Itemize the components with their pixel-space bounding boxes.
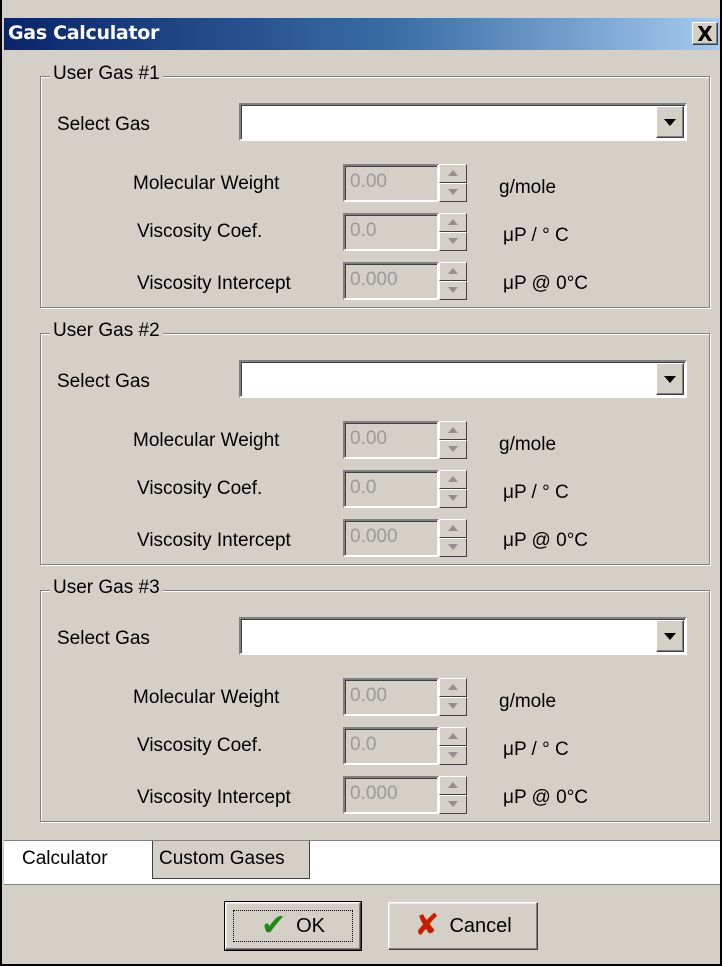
chevron-down-icon[interactable] [656,620,684,652]
viscosity-intercept-unit: μP @ 0°C [503,273,589,294]
spin-up-icon[interactable] [439,519,467,538]
select-gas-label: Select Gas [57,371,150,392]
viscosity-coef-spinner[interactable] [439,470,467,508]
viscosity-intercept-label: Viscosity Intercept [137,530,291,551]
viscosity-intercept-label: Viscosity Intercept [137,787,291,808]
spin-up-icon[interactable] [439,776,467,795]
spin-down-icon[interactable] [439,795,467,814]
chevron-down-icon[interactable] [656,106,684,138]
group-legend: User Gas #1 [50,63,163,85]
molecular-weight-input[interactable]: 0.00 [343,421,439,459]
molecular-weight-input[interactable]: 0.00 [343,164,439,202]
close-icon: X [697,21,713,46]
spin-up-icon[interactable] [439,727,467,746]
viscosity-intercept-input[interactable]: 0.000 [343,519,439,557]
molecular-weight-unit: g/mole [499,177,557,198]
title-bar[interactable]: Gas Calculator X [4,18,720,50]
molecular-weight-unit: g/mole [499,434,557,455]
molecular-weight-label: Molecular Weight [133,430,280,451]
viscosity-intercept-input[interactable]: 0.000 [343,262,439,300]
viscosity-intercept-label: Viscosity Intercept [137,273,291,294]
ok-button[interactable]: ✔ OK [224,901,362,951]
spin-up-icon[interactable] [439,421,467,440]
viscosity-intercept-spinner[interactable] [439,519,467,557]
chevron-down-icon[interactable] [656,363,684,395]
viscosity-coef-input[interactable]: 0.0 [343,213,439,251]
user-gas-3-group: User Gas #3 Select Gas Molecular Weight … [40,577,710,822]
molecular-weight-input[interactable]: 0.00 [343,678,439,716]
group-legend: User Gas #2 [50,320,163,342]
molecular-weight-unit: g/mole [499,691,557,712]
select-gas-dropdown[interactable] [239,103,687,141]
spin-up-icon[interactable] [439,164,467,183]
viscosity-intercept-spinner[interactable] [439,262,467,300]
tab-strip: Calculator Custom Gases [4,840,720,885]
window-title: Gas Calculator [8,22,160,44]
viscosity-coef-input[interactable]: 0.0 [343,470,439,508]
spin-up-icon[interactable] [439,262,467,281]
molecular-weight-spinner[interactable] [439,164,467,202]
viscosity-intercept-input[interactable]: 0.000 [343,776,439,814]
spin-down-icon[interactable] [439,440,467,459]
close-button[interactable]: X [692,22,718,45]
viscosity-intercept-spinner[interactable] [439,776,467,814]
spin-up-icon[interactable] [439,470,467,489]
viscosity-coef-input[interactable]: 0.0 [343,727,439,765]
select-gas-label: Select Gas [57,114,150,135]
viscosity-coef-unit: μP / ° C [503,225,569,246]
viscosity-coef-label: Viscosity Coef. [137,478,263,499]
spin-up-icon[interactable] [439,213,467,232]
spin-up-icon[interactable] [439,678,467,697]
molecular-weight-spinner[interactable] [439,678,467,716]
x-icon: ✘ [414,908,440,943]
spin-down-icon[interactable] [439,697,467,716]
spin-down-icon[interactable] [439,489,467,508]
select-gas-dropdown[interactable] [239,617,687,655]
viscosity-coef-label: Viscosity Coef. [137,221,263,242]
user-gas-1-group: User Gas #1 Select Gas Molecular Weight … [40,63,710,308]
cancel-button[interactable]: ✘ Cancel [388,902,538,950]
molecular-weight-label: Molecular Weight [133,687,280,708]
spin-down-icon[interactable] [439,232,467,251]
spin-down-icon[interactable] [439,538,467,557]
molecular-weight-label: Molecular Weight [133,173,280,194]
spin-down-icon[interactable] [439,746,467,765]
viscosity-coef-spinner[interactable] [439,213,467,251]
select-gas-label: Select Gas [57,628,150,649]
cancel-label: Cancel [449,914,512,937]
viscosity-coef-spinner[interactable] [439,727,467,765]
molecular-weight-spinner[interactable] [439,421,467,459]
viscosity-coef-label: Viscosity Coef. [137,735,263,756]
user-gas-2-group: User Gas #2 Select Gas Molecular Weight … [40,320,710,565]
viscosity-coef-unit: μP / ° C [503,482,569,503]
spin-down-icon[interactable] [439,183,467,202]
tab-custom-gases[interactable]: Custom Gases [153,841,310,879]
viscosity-coef-unit: μP / ° C [503,739,569,760]
viscosity-intercept-unit: μP @ 0°C [503,787,589,808]
select-gas-dropdown[interactable] [239,360,687,398]
tab-calculator[interactable]: Calculator [16,841,153,879]
spin-down-icon[interactable] [439,281,467,300]
viscosity-intercept-unit: μP @ 0°C [503,530,589,551]
group-legend: User Gas #3 [50,577,163,599]
focus-rectangle [233,910,353,942]
gas-calculator-window: Gas Calculator X User Gas #1 Select Gas … [0,0,722,966]
